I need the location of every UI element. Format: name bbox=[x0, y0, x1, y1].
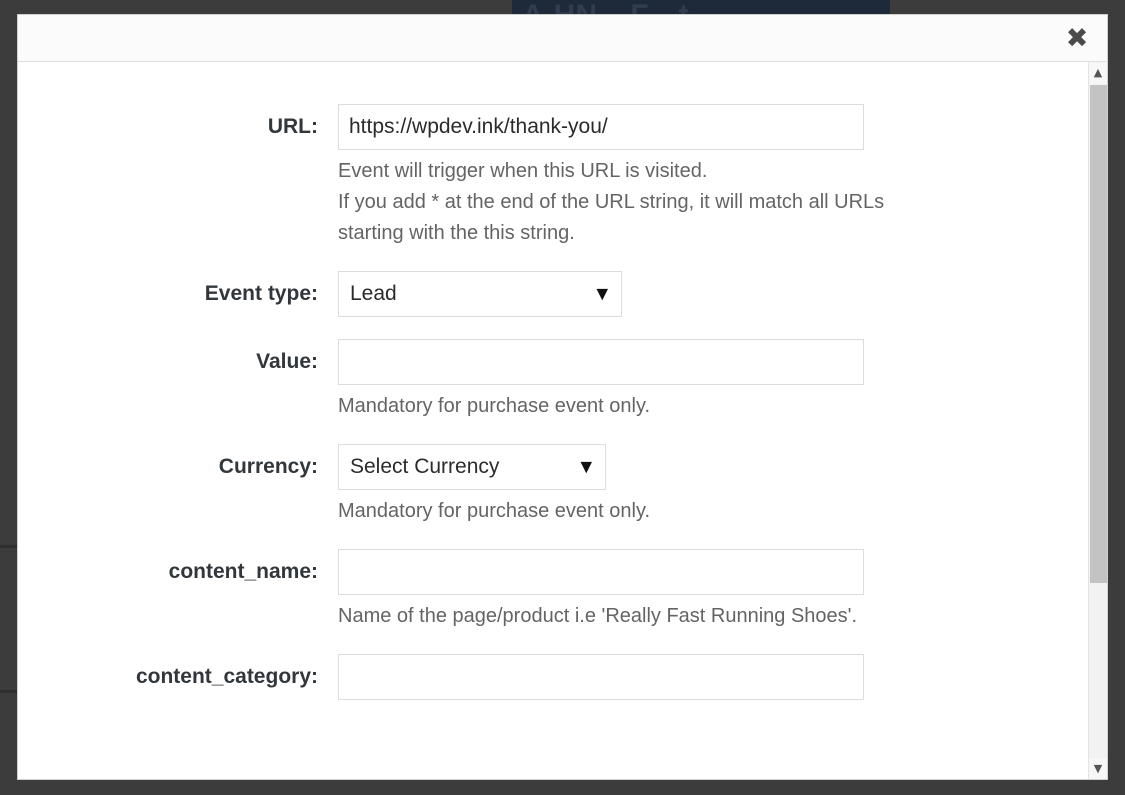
event-type-select-wrap: Lead ▼ bbox=[338, 271, 622, 317]
control-currency: Select Currency ▼ Mandatory for purchase… bbox=[338, 444, 1090, 527]
help-value-line-1: Mandatory for purchase event only. bbox=[338, 391, 978, 422]
help-value: Mandatory for purchase event only. bbox=[338, 391, 978, 422]
value-input[interactable] bbox=[338, 339, 864, 385]
help-url-line-1: Event will trigger when this URL is visi… bbox=[338, 156, 978, 187]
control-content-name: Name of the page/product i.e 'Really Fas… bbox=[338, 549, 1090, 632]
spacer-1 bbox=[18, 249, 1090, 271]
label-url: URL: bbox=[18, 104, 338, 150]
currency-select-wrap: Select Currency ▼ bbox=[338, 444, 606, 490]
modal-scrollbar[interactable]: ▲ ▼ bbox=[1088, 62, 1107, 780]
control-content-category bbox=[338, 654, 1090, 700]
field-row-content-category: content_category: bbox=[18, 654, 1090, 700]
help-url-line-2: If you add * at the end of the URL strin… bbox=[338, 187, 978, 218]
field-row-currency: Currency: Select Currency ▼ Mandatory fo… bbox=[18, 444, 1090, 527]
modal-body: URL: Event will trigger when this URL is… bbox=[18, 62, 1107, 780]
control-url: Event will trigger when this URL is visi… bbox=[338, 104, 1090, 249]
url-input[interactable] bbox=[338, 104, 864, 150]
help-currency: Mandatory for purchase event only. bbox=[338, 496, 978, 527]
background-navbar-title: A-HN... F....t bbox=[522, 1, 689, 14]
help-url-line-3: starting with the this string. bbox=[338, 218, 978, 249]
event-form: URL: Event will trigger when this URL is… bbox=[18, 62, 1090, 700]
background-left-strip bbox=[0, 0, 17, 795]
label-event-type: Event type: bbox=[18, 271, 338, 317]
label-currency: Currency: bbox=[18, 444, 338, 490]
background-band-lower bbox=[0, 690, 17, 693]
scroll-up-arrow-icon[interactable]: ▲ bbox=[1089, 62, 1107, 84]
control-event-type: Lead ▼ bbox=[338, 271, 1090, 317]
control-value: Mandatory for purchase event only. bbox=[338, 339, 1090, 422]
label-content-category: content_category: bbox=[18, 654, 338, 700]
close-icon[interactable]: ✖ bbox=[1059, 21, 1095, 57]
event-settings-modal: ✖ URL: Event will trigger when this URL … bbox=[17, 14, 1108, 780]
field-row-value: Value: Mandatory for purchase event only… bbox=[18, 339, 1090, 422]
spacer-5 bbox=[18, 632, 1090, 654]
event-type-select[interactable]: Lead bbox=[338, 271, 622, 317]
content-name-input[interactable] bbox=[338, 549, 864, 595]
scrollbar-thumb[interactable] bbox=[1090, 85, 1107, 583]
scroll-down-arrow-icon[interactable]: ▼ bbox=[1089, 758, 1107, 780]
background-band-upper bbox=[0, 545, 17, 548]
background-navbar: A-HN... F....t bbox=[512, 0, 890, 14]
spacer-3 bbox=[18, 422, 1090, 444]
field-row-event-type: Event type: Lead ▼ bbox=[18, 271, 1090, 317]
help-content-name: Name of the page/product i.e 'Really Fas… bbox=[338, 601, 978, 632]
modal-header: ✖ bbox=[18, 15, 1107, 62]
label-content-name: content_name: bbox=[18, 549, 338, 595]
currency-select[interactable]: Select Currency bbox=[338, 444, 606, 490]
field-row-url: URL: Event will trigger when this URL is… bbox=[18, 104, 1090, 249]
help-currency-line-1: Mandatory for purchase event only. bbox=[338, 496, 978, 527]
help-url: Event will trigger when this URL is visi… bbox=[338, 156, 978, 249]
spacer-4 bbox=[18, 527, 1090, 549]
field-row-content-name: content_name: Name of the page/product i… bbox=[18, 549, 1090, 632]
help-content-name-line-1: Name of the page/product i.e 'Really Fas… bbox=[338, 601, 978, 632]
spacer-2 bbox=[18, 317, 1090, 339]
content-category-input[interactable] bbox=[338, 654, 864, 700]
label-value: Value: bbox=[18, 339, 338, 385]
